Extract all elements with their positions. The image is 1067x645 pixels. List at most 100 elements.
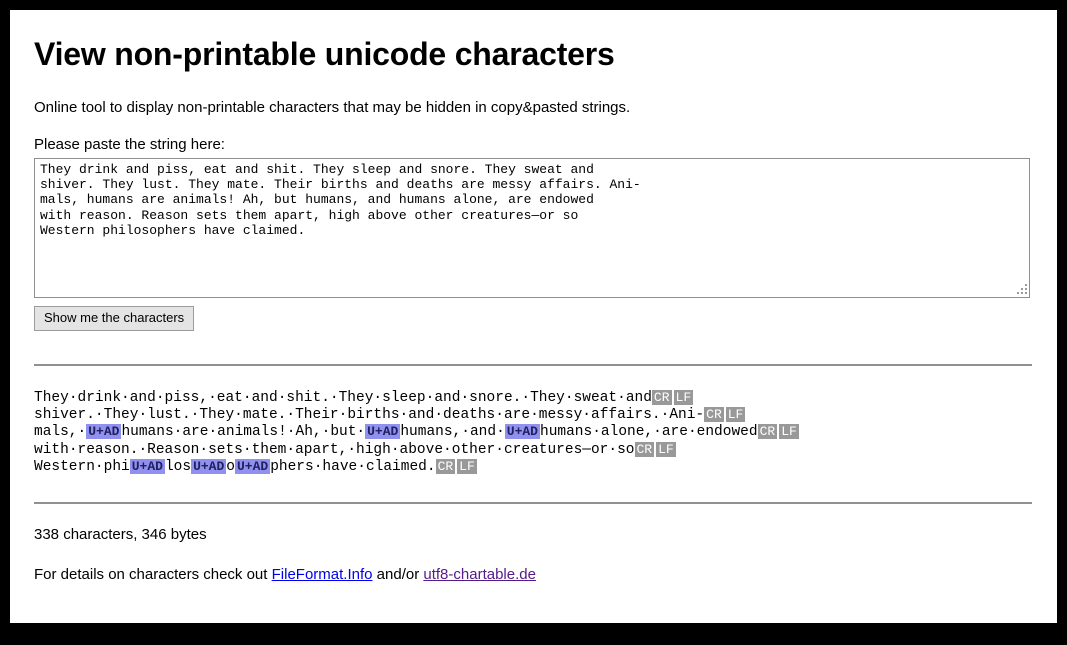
control-char-badge-cr: CR <box>634 441 655 457</box>
fileformat-info-link[interactable]: FileFormat.Info <box>272 566 373 583</box>
output-text: so <box>617 441 635 458</box>
output-text: They <box>199 407 235 423</box>
page-content: View non-printable unicode characters On… <box>10 10 1057 583</box>
space-glyph: · <box>521 389 531 406</box>
output-text: deaths <box>443 407 496 423</box>
output-text: reason. <box>77 441 139 458</box>
submit-row: Show me the characters <box>34 306 1035 331</box>
space-glyph: · <box>286 424 296 441</box>
output-text: endowed <box>696 424 758 441</box>
control-char-badge-cr: CR <box>435 459 456 475</box>
output-text: los <box>164 459 192 476</box>
output-text: phers <box>270 459 314 476</box>
output-text: Ah, <box>295 424 322 441</box>
utf8-chartable-link[interactable]: utf8-chartable.de <box>423 566 536 583</box>
space-glyph: · <box>338 407 348 423</box>
paste-field-label: Please paste the string here: <box>34 136 225 153</box>
space-glyph: · <box>94 459 104 476</box>
unicode-char-badge: U+AD <box>129 459 165 475</box>
output-text: eat <box>216 389 243 406</box>
control-char-badge-lf: LF <box>457 459 477 475</box>
output-text: are <box>661 424 688 441</box>
space-glyph: · <box>495 441 504 458</box>
space-glyph: · <box>208 389 217 406</box>
details-prefix: For details on characters check out <box>34 565 272 583</box>
output-text: and <box>408 407 435 423</box>
space-glyph: · <box>68 389 78 406</box>
output-text: shit. <box>286 389 330 406</box>
space-glyph: · <box>347 441 357 458</box>
output-line: mals,· U+AD humans·are·animals!·Ah,·but· U+… <box>34 424 1035 441</box>
space-glyph: · <box>357 459 366 476</box>
space-glyph: · <box>329 389 339 406</box>
output-text: sleep <box>382 389 426 406</box>
output-text: creatures—or <box>503 441 609 458</box>
output-text: and <box>251 389 278 406</box>
show-characters-button[interactable]: Show me the characters <box>34 306 195 331</box>
output-text: messy <box>538 407 583 423</box>
unicode-char-badge: U+AD <box>365 424 401 440</box>
output-text: births <box>347 407 400 423</box>
unicode-char-badge: U+AD <box>86 424 122 440</box>
control-char-badge-cr: CR <box>757 424 778 440</box>
output-text: are <box>182 424 209 441</box>
output-text: apart, <box>295 441 348 458</box>
space-glyph: · <box>461 424 470 441</box>
output-line: They·drink·and·piss,·eat·and·shit.·They·… <box>34 389 1035 407</box>
space-glyph: · <box>434 407 444 423</box>
output-text: Their <box>295 407 339 423</box>
space-glyph: · <box>242 389 252 406</box>
output-text: and <box>469 424 497 441</box>
output-text: mate. <box>242 407 287 423</box>
control-char-badge-lf: LF <box>725 407 746 422</box>
space-glyph: · <box>582 407 591 423</box>
divider-top <box>34 363 1032 366</box>
space-glyph: · <box>155 389 165 406</box>
space-glyph: · <box>617 389 626 406</box>
output-text: shiver. <box>34 407 95 423</box>
space-glyph: · <box>286 441 296 458</box>
output-line: Western·phi U+AD los U+AD o U+AD phers·have·cl… <box>34 459 1035 476</box>
unicode-char-badge: U+AD <box>234 459 271 475</box>
output-text: have <box>322 459 358 476</box>
space-glyph: · <box>564 389 574 406</box>
space-glyph: · <box>68 441 78 458</box>
space-glyph: · <box>592 424 601 441</box>
space-glyph: · <box>653 424 662 441</box>
output-text: They <box>338 389 374 406</box>
space-glyph: · <box>138 441 148 458</box>
output-text: piss, <box>164 389 209 406</box>
details-line: For details on characters check out File… <box>34 566 1035 583</box>
page-title: View non-printable unicode characters <box>34 36 615 72</box>
space-glyph: · <box>530 407 539 423</box>
output-text: and <box>434 389 461 406</box>
space-glyph: · <box>138 407 148 423</box>
output-text: alone, <box>600 424 654 441</box>
space-glyph: · <box>94 407 104 423</box>
output-text: They <box>34 389 69 406</box>
space-glyph: · <box>199 441 209 458</box>
output-text: They <box>530 389 565 406</box>
paste-input[interactable] <box>34 158 1030 298</box>
output-text: high <box>356 441 391 458</box>
output-text: Ani- <box>669 407 705 423</box>
output-text: drink <box>77 389 122 406</box>
unicode-char-badge: U+AD <box>504 424 540 440</box>
space-glyph: · <box>687 424 697 441</box>
page-canvas: View non-printable unicode characters On… <box>10 10 1057 623</box>
paste-textarea-wrapper <box>34 158 1030 298</box>
details-middle: and/or <box>372 565 424 583</box>
space-glyph: · <box>121 389 130 406</box>
output-text: sweat <box>573 389 618 406</box>
space-glyph: · <box>321 424 331 441</box>
space-glyph: · <box>495 407 504 423</box>
output-text: Western <box>34 459 95 476</box>
output-text: Reason <box>147 441 200 458</box>
page-intro-text: Online tool to display non-printable cha… <box>34 99 631 116</box>
output-text: and <box>129 389 156 406</box>
output-line: with·reason.·Reason·sets·them·apart,·hig… <box>34 441 1035 459</box>
output-text: phi <box>103 459 130 476</box>
space-glyph: · <box>460 389 470 406</box>
space-glyph: · <box>399 407 409 423</box>
output-text: animals! <box>217 424 287 441</box>
